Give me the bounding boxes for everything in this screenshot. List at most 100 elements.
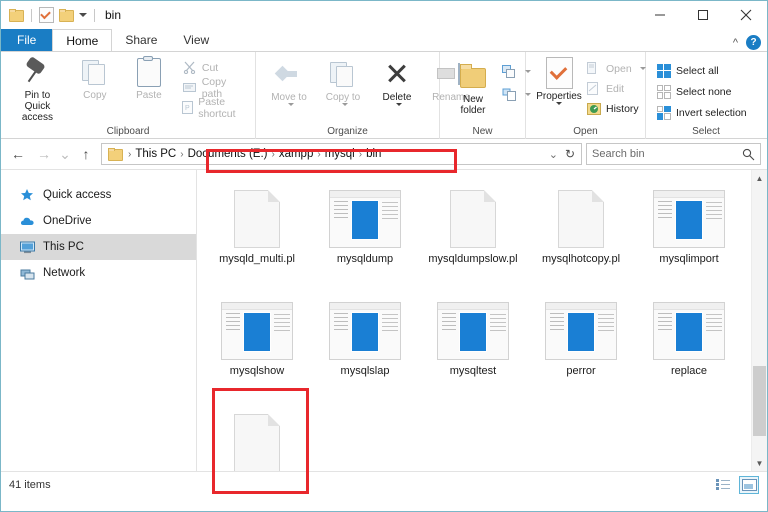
select-all-button[interactable]: Select all bbox=[656, 62, 747, 79]
paste-button[interactable]: Paste bbox=[122, 55, 176, 101]
pin-to-quick-access-button[interactable]: Pin to Quick access bbox=[7, 56, 68, 123]
cut-button[interactable]: Cut bbox=[182, 59, 249, 76]
forward-button[interactable]: → bbox=[33, 143, 55, 165]
application-icon bbox=[329, 302, 401, 360]
invert-selection-label: Invert selection bbox=[676, 106, 747, 119]
sidebar-item-network[interactable]: Network bbox=[1, 260, 196, 286]
help-icon[interactable]: ? bbox=[746, 35, 761, 50]
select-none-icon bbox=[656, 84, 671, 99]
ribbon: Pin to Quick access Copy Paste Cut Copy … bbox=[1, 51, 767, 140]
tab-share[interactable]: Share bbox=[112, 29, 170, 51]
large-icons-view-button[interactable] bbox=[739, 475, 759, 494]
history-button[interactable]: History bbox=[586, 100, 646, 117]
paste-shortcut-button[interactable]: P Paste shortcut bbox=[182, 96, 249, 120]
up-button[interactable]: ↑ bbox=[75, 143, 97, 165]
open-caret-icon[interactable] bbox=[639, 67, 646, 70]
breadcrumb-bin[interactable]: bin bbox=[363, 148, 384, 160]
file-item[interactable]: mysqldump bbox=[311, 176, 419, 288]
minimize-button[interactable] bbox=[638, 1, 681, 29]
delete-caret-icon[interactable] bbox=[395, 103, 402, 106]
file-item[interactable]: mysqlshow bbox=[203, 288, 311, 400]
file-item-tutorial-sql[interactable]: tutorial.sql bbox=[203, 400, 311, 471]
address-input[interactable]: › This PC › Documents (E:) › xampp › mys… bbox=[101, 143, 582, 165]
file-thumb bbox=[234, 400, 280, 471]
recent-locations-button[interactable]: ⌄ bbox=[59, 143, 71, 165]
breadcrumb-xampp[interactable]: xampp bbox=[276, 148, 317, 160]
folder-icon[interactable] bbox=[9, 8, 24, 22]
address-dropdown-icon[interactable]: ⌄ bbox=[548, 148, 559, 161]
back-button[interactable]: ← bbox=[7, 143, 29, 165]
document-icon bbox=[234, 190, 280, 248]
file-item[interactable]: mysqldumpslow.pl bbox=[419, 176, 527, 288]
sidebar-item-this-pc[interactable]: This PC bbox=[1, 234, 196, 260]
file-grid: mysqld_multi.pl mysqldump mysqldumpslow.… bbox=[197, 170, 767, 471]
breadcrumb-documents[interactable]: Documents (E:) bbox=[185, 148, 271, 160]
scroll-down-icon[interactable]: ▼ bbox=[752, 455, 767, 471]
vertical-scrollbar[interactable]: ▲ ▼ bbox=[751, 170, 767, 471]
application-icon bbox=[653, 302, 725, 360]
properties-icon[interactable] bbox=[39, 7, 54, 23]
breadcrumb-this-pc[interactable]: This PC bbox=[132, 148, 179, 160]
tab-file[interactable]: File bbox=[1, 29, 53, 51]
document-icon bbox=[450, 190, 496, 248]
file-thumb bbox=[329, 176, 401, 248]
file-item[interactable]: mysqlslap bbox=[311, 288, 419, 400]
file-list-pane[interactable]: mysqld_multi.pl mysqldump mysqldumpslow.… bbox=[197, 170, 767, 471]
maximize-button[interactable] bbox=[681, 1, 724, 29]
close-button[interactable] bbox=[724, 1, 767, 29]
tab-home[interactable]: Home bbox=[52, 29, 113, 51]
open-button[interactable]: Open bbox=[586, 60, 646, 77]
sidebar-item-quick-access[interactable]: Quick access bbox=[1, 182, 196, 208]
select-none-button[interactable]: Select none bbox=[656, 83, 747, 100]
new-folder-button[interactable]: New folder bbox=[446, 60, 500, 116]
file-item[interactable]: mysqlhotcopy.pl bbox=[527, 176, 635, 288]
cut-icon bbox=[182, 60, 197, 75]
file-name: mysqld_multi.pl bbox=[219, 253, 295, 265]
copy-to-caret-icon[interactable] bbox=[341, 103, 348, 106]
history-icon bbox=[586, 101, 601, 116]
copy-button[interactable]: Copy bbox=[68, 56, 122, 101]
network-icon bbox=[19, 265, 35, 281]
delete-button[interactable]: Delete bbox=[370, 58, 424, 106]
properties-caret-icon[interactable] bbox=[556, 102, 562, 105]
document-icon bbox=[558, 190, 604, 248]
copy-to-button[interactable]: Copy to bbox=[316, 58, 370, 106]
invert-selection-button[interactable]: Invert selection bbox=[656, 104, 747, 121]
breadcrumb-mysql[interactable]: mysql bbox=[322, 148, 358, 160]
file-name: mysqlhotcopy.pl bbox=[541, 253, 621, 265]
move-to-caret-icon[interactable] bbox=[287, 103, 294, 106]
search-box[interactable]: Search bin bbox=[586, 143, 761, 165]
delete-icon bbox=[384, 58, 410, 90]
search-icon[interactable] bbox=[742, 148, 755, 161]
edit-label: Edit bbox=[606, 82, 625, 95]
move-to-button[interactable]: Move to bbox=[262, 58, 316, 106]
new-folder-icon[interactable] bbox=[59, 8, 74, 22]
copy-icon bbox=[81, 56, 108, 88]
tab-view[interactable]: View bbox=[170, 29, 222, 51]
file-thumb bbox=[221, 288, 293, 360]
address-bar: ← → ⌄ ↑ › This PC › Documents (E:) › xam… bbox=[1, 139, 767, 169]
file-item[interactable]: perror bbox=[527, 288, 635, 400]
file-name: replace bbox=[670, 365, 708, 377]
customize-caret-icon[interactable] bbox=[79, 13, 87, 17]
scrollbar-thumb[interactable] bbox=[753, 366, 766, 436]
application-icon bbox=[329, 190, 401, 248]
file-item[interactable]: mysqlimport bbox=[635, 176, 743, 288]
refresh-icon[interactable]: ↻ bbox=[565, 147, 575, 161]
file-item[interactable]: replace bbox=[635, 288, 743, 400]
copy-path-button[interactable]: Copy path bbox=[182, 76, 249, 100]
sidebar-item-onedrive[interactable]: OneDrive bbox=[1, 208, 196, 234]
select-all-label: Select all bbox=[676, 64, 719, 77]
properties-button[interactable]: Properties bbox=[532, 57, 586, 105]
edit-button[interactable]: Edit bbox=[586, 80, 646, 97]
easy-access-icon bbox=[502, 64, 517, 79]
pin-to-quick-access-label: Pin to Quick access bbox=[21, 90, 53, 123]
file-item[interactable]: mysqld_multi.pl bbox=[203, 176, 311, 288]
file-thumb bbox=[653, 176, 725, 248]
select-none-label: Select none bbox=[676, 85, 732, 98]
collapse-ribbon-icon[interactable]: ^ bbox=[733, 37, 738, 49]
search-input[interactable]: Search bin bbox=[592, 148, 742, 160]
file-item[interactable]: mysqltest bbox=[419, 288, 527, 400]
details-view-button[interactable] bbox=[713, 476, 733, 494]
scroll-up-icon[interactable]: ▲ bbox=[752, 170, 767, 186]
